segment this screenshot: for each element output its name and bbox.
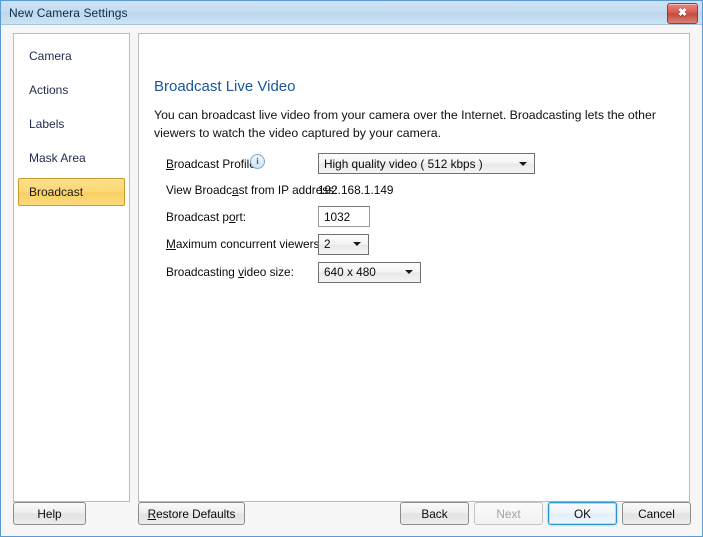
- form-row-video-size: Broadcasting video size: 640 x 480: [166, 258, 646, 286]
- broadcast-profile-label: Broadcast Profile:: [166, 156, 260, 171]
- dialog-body: Camera Actions Labels Mask Area Broadcas…: [1, 25, 702, 536]
- ip-address-value: 192.168.1.149: [318, 182, 394, 197]
- broadcast-form: Broadcast Profile: i High quality video …: [166, 151, 646, 286]
- form-row-ip-address: View Broadcast from IP address: 192.168.…: [166, 176, 646, 203]
- dialog-footer: Help Restore Defaults Back Next OK Cance…: [1, 502, 702, 536]
- chevron-down-icon: [519, 161, 527, 166]
- ip-address-label: View Broadcast from IP address:: [166, 182, 338, 197]
- page-description: You can broadcast live video from your c…: [154, 108, 656, 140]
- broadcast-port-input[interactable]: 1032: [318, 206, 370, 227]
- ok-button[interactable]: OK: [548, 502, 617, 525]
- sidebar-item-actions[interactable]: Actions: [18, 76, 125, 104]
- settings-sidebar: Camera Actions Labels Mask Area Broadcas…: [13, 33, 130, 502]
- broadcast-port-value: 1032: [324, 209, 351, 224]
- close-button[interactable]: ✖: [667, 3, 698, 24]
- video-size-select[interactable]: 640 x 480: [318, 261, 421, 283]
- video-size-value: 640 x 480: [324, 265, 376, 279]
- sidebar-item-label: Broadcast: [29, 185, 84, 199]
- broadcast-profile-select[interactable]: High quality video ( 512 kbps ): [318, 153, 535, 174]
- sidebar-item-mask-area[interactable]: Mask Area: [18, 144, 125, 172]
- sidebar-item-label: Camera: [29, 49, 72, 63]
- broadcast-port-label: Broadcast port:: [166, 209, 247, 224]
- title-bar: New Camera Settings ✖: [1, 1, 702, 25]
- page-title: Broadcast Live Video: [154, 78, 296, 95]
- chevron-down-icon: [353, 242, 361, 246]
- max-viewers-label: Maximum concurrent viewers:: [166, 237, 323, 251]
- settings-content-panel: Broadcast Live Video You can broadcast l…: [138, 33, 690, 502]
- sidebar-item-label: Labels: [29, 117, 65, 131]
- cancel-button[interactable]: Cancel: [622, 502, 691, 525]
- broadcast-profile-value: High quality video ( 512 kbps ): [324, 156, 483, 171]
- max-viewers-select[interactable]: 2: [318, 233, 369, 255]
- form-row-max-viewers: Maximum concurrent viewers: 2: [166, 230, 646, 258]
- next-button: Next: [474, 502, 543, 525]
- sidebar-item-labels[interactable]: Labels: [18, 110, 125, 138]
- close-icon: ✖: [677, 7, 688, 19]
- restore-defaults-button[interactable]: Restore Defaults: [138, 502, 245, 525]
- sidebar-item-camera[interactable]: Camera: [18, 42, 125, 70]
- sidebar-item-label: Actions: [29, 83, 69, 97]
- sidebar-item-label: Mask Area: [29, 151, 86, 165]
- back-button[interactable]: Back: [400, 502, 469, 525]
- form-row-broadcast-port: Broadcast port: 1032: [166, 203, 646, 230]
- max-viewers-value: 2: [324, 237, 331, 251]
- chevron-down-icon: [405, 270, 413, 274]
- new-camera-settings-window: New Camera Settings ✖ Camera Actions Lab…: [0, 0, 703, 537]
- window-title: New Camera Settings: [9, 5, 128, 20]
- sidebar-item-broadcast[interactable]: Broadcast: [18, 178, 125, 206]
- info-icon[interactable]: i: [250, 154, 265, 169]
- help-button[interactable]: Help: [13, 502, 86, 525]
- video-size-label: Broadcasting video size:: [166, 265, 294, 279]
- form-row-broadcast-profile: Broadcast Profile: i High quality video …: [166, 151, 646, 176]
